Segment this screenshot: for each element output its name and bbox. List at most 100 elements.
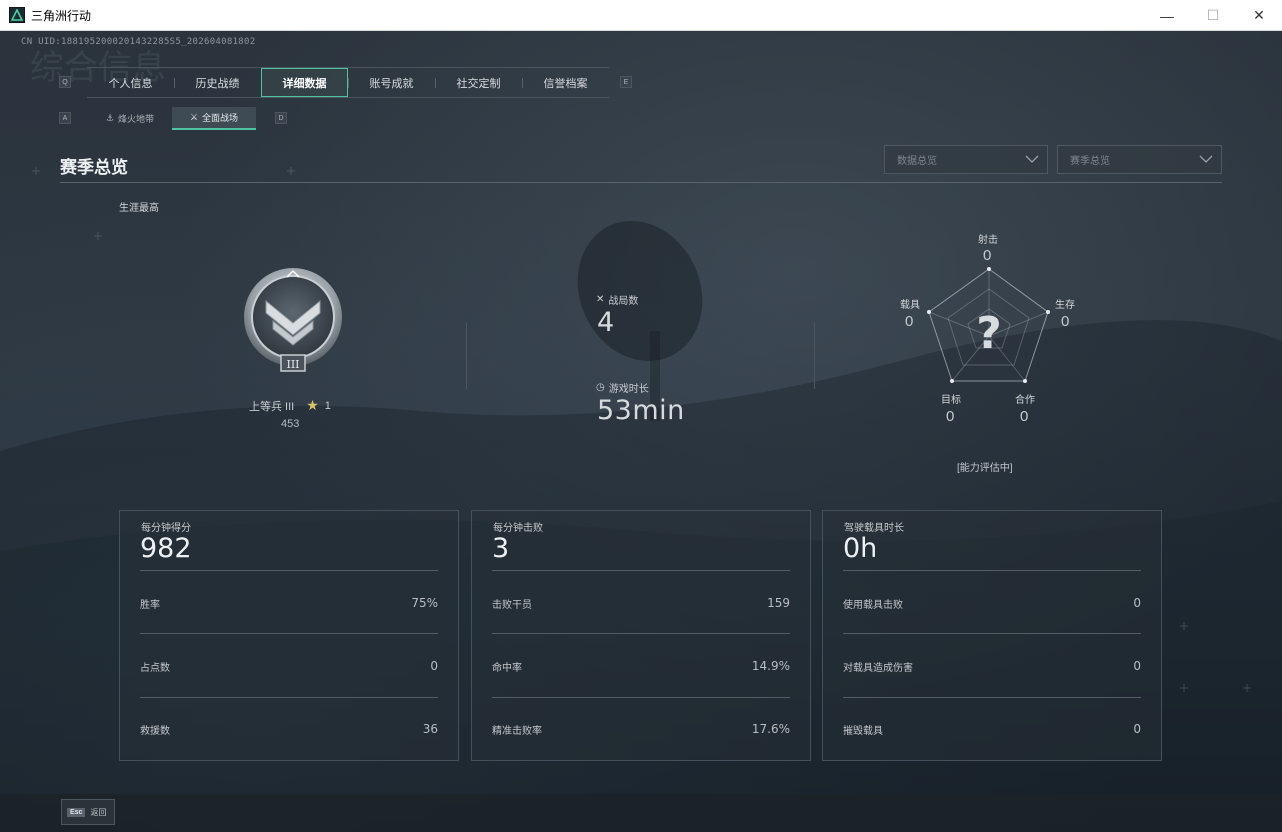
row-value: 0 (1133, 722, 1141, 736)
row-label: 救援数 (140, 726, 170, 737)
back-label: 返回 (90, 807, 107, 817)
season-dropdown-value: 赛季总览 (1070, 156, 1110, 167)
extraction-mode-icon: ⚓ (105, 113, 115, 123)
row-label: 击败干员 (492, 600, 532, 611)
maximize-button[interactable]: ☐ (1190, 0, 1236, 31)
section-divider (60, 182, 1222, 183)
tab-credit-record[interactable]: 信誉档案 (522, 68, 609, 97)
card-divider (843, 633, 1141, 634)
card-row: 占点数 0 (140, 659, 438, 674)
row-label: 命中率 (492, 663, 522, 674)
card-divider (140, 570, 438, 571)
row-label: 对载具造成伤害 (843, 663, 913, 674)
radar-shooting-label: 射击 (978, 235, 998, 246)
close-button[interactable]: ✕ (1236, 0, 1282, 31)
data-type-dropdown-value: 数据总览 (897, 156, 937, 167)
rank-star-count: 1 (324, 399, 331, 412)
rank-badge-icon: III (244, 268, 342, 372)
kill-stats-card: 每分钟击败 3 击败干员 159 命中率 14.9% 精准击败率 17.6% (471, 510, 811, 761)
card-divider (843, 697, 1141, 698)
matches-label-text: 战局数 (608, 296, 639, 307)
chevron-down-icon (1025, 155, 1039, 163)
card-divider (843, 570, 1141, 571)
row-label: 摧毁载具 (843, 726, 883, 737)
bottom-bar (0, 794, 1282, 832)
tab-detailed-stats[interactable]: 详细数据 (261, 68, 348, 97)
season-dropdown[interactable]: 赛季总览 (1057, 145, 1222, 174)
vehicle-stats-card: 驾驶载具时长 0h 使用载具击败 0 对载具造成伤害 0 摧毁载具 0 (822, 510, 1162, 761)
card-row: 对载具造成伤害 0 (843, 659, 1141, 674)
star-icon: ★ (306, 397, 319, 413)
card-divider (492, 570, 790, 571)
rank-numeral: III (286, 358, 299, 371)
subtab-next-key-hint[interactable]: D (275, 112, 287, 124)
playtime-label: ◷ 游戏时长 (596, 380, 649, 395)
tab-social-custom[interactable]: 社交定制 (435, 68, 522, 97)
card-heading: 每分钟击败 (493, 523, 543, 534)
row-value: 14.9% (751, 659, 790, 673)
row-label: 使用载具击败 (843, 600, 903, 611)
warfare-mode-icon: ⚔ (189, 112, 199, 122)
card-row: 击败干员 159 (492, 596, 790, 611)
card-row: 精准击败率 17.6% (492, 722, 790, 737)
card-row: 救援数 36 (140, 722, 438, 737)
clock-icon: ◷ (596, 382, 605, 393)
radar-vehicle-value: 0 (905, 313, 914, 330)
row-value: 75% (411, 596, 438, 610)
card-divider (140, 697, 438, 698)
tab-prev-key-hint[interactable]: Q (59, 76, 71, 88)
subtab-warfare-mode[interactable]: ⚔ 全面战场 (172, 107, 256, 130)
back-button[interactable]: Esc 返回 (61, 799, 115, 825)
row-value: 17.6% (751, 722, 790, 736)
chevron-down-icon (1199, 155, 1213, 163)
esc-key-hint: Esc (67, 807, 86, 817)
section-title: 赛季总览 (60, 158, 128, 177)
game-viewport: 综合信息 CN UID:1881952000201432285S5_202604… (0, 31, 1282, 832)
column-divider (466, 323, 467, 389)
tab-match-history[interactable]: 历史战绩 (174, 68, 261, 97)
rank-points: 453 (281, 418, 300, 430)
row-value: 0 (430, 659, 438, 673)
window-titlebar: 三角洲行动 — ☐ ✕ (0, 0, 1282, 31)
radar-teamwork-value: 0 (1020, 408, 1029, 425)
tab-next-key-hint[interactable]: E (620, 76, 632, 88)
radar-status: [能力评估中] (957, 463, 1013, 474)
player-uid: CN UID:1881952000201432285S5_20260408180… (21, 37, 256, 47)
card-big-value: 982 (140, 533, 192, 564)
mode-tab-bar: ⚓ 烽火地带 ⚔ 全面战场 (88, 107, 256, 130)
row-value: 36 (422, 722, 438, 736)
matches-value: 4 (597, 307, 615, 338)
rank-name-text: 上等兵 III (249, 400, 295, 413)
row-label: 精准击败率 (492, 726, 542, 737)
row-value: 0 (1133, 596, 1141, 610)
card-heading: 每分钟得分 (141, 523, 191, 534)
rank-title: 上等兵 III ★ 1 (249, 397, 331, 414)
card-row: 命中率 14.9% (492, 659, 790, 674)
card-divider (492, 697, 790, 698)
tab-achievements[interactable]: 账号成就 (348, 68, 435, 97)
matches-label: ✕ 战局数 (596, 292, 638, 307)
subtab-extraction-mode[interactable]: ⚓ 烽火地带 (88, 107, 172, 130)
card-row: 胜率 75% (140, 596, 438, 611)
playtime-value: 53min (597, 395, 685, 426)
radar-survival-value: 0 (1061, 313, 1070, 330)
data-type-dropdown[interactable]: 数据总览 (884, 145, 1048, 174)
column-divider (814, 323, 815, 389)
radar-shooting-value: 0 (983, 247, 992, 264)
tab-personal-info[interactable]: 个人信息 (87, 68, 174, 97)
row-label: 胜率 (140, 600, 160, 611)
subtab-prev-key-hint[interactable]: A (59, 112, 71, 124)
row-value: 159 (767, 596, 790, 610)
card-row: 摧毁载具 0 (843, 722, 1141, 737)
playtime-label-text: 游戏时长 (608, 384, 649, 395)
radar-objective-value: 0 (946, 408, 955, 425)
career-best-label: 生涯最高 (119, 203, 159, 214)
window-title: 三角洲行动 (31, 8, 92, 23)
card-big-value: 0h (843, 533, 878, 564)
radar-vehicle-label: 载具 (900, 300, 920, 311)
radar-objective-label: 目标 (941, 395, 961, 406)
app-logo-icon (9, 7, 25, 23)
minimize-button[interactable]: — (1144, 0, 1190, 31)
row-value: 0 (1133, 659, 1141, 673)
score-stats-card: 每分钟得分 982 胜率 75% 占点数 0 救援数 36 (119, 510, 459, 761)
